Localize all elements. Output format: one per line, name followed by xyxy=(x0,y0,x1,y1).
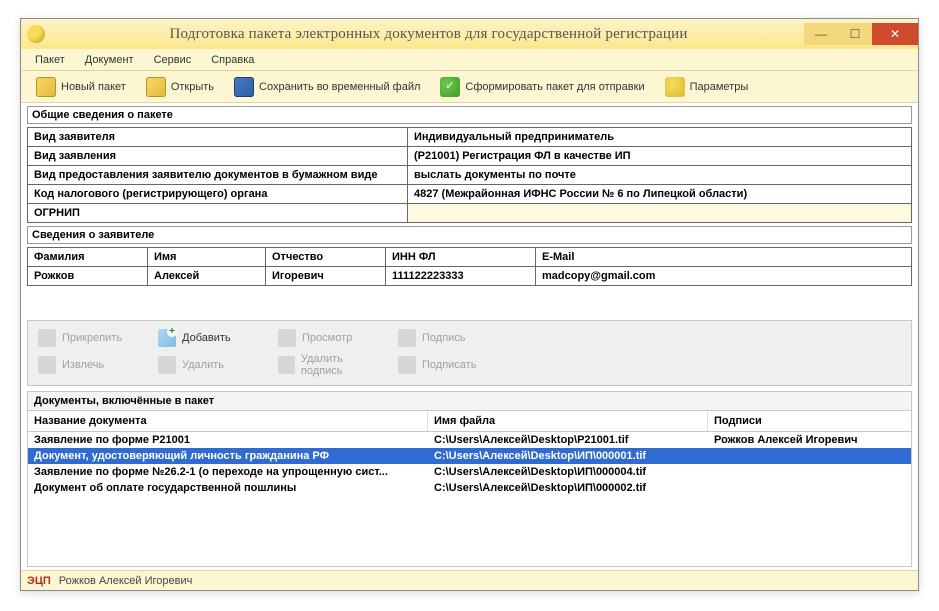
ecp-label: ЭЦП xyxy=(27,575,51,587)
document-row[interactable]: Заявление по форме Р21001C:\Users\Алексе… xyxy=(28,432,911,448)
document-row[interactable]: Документ, удостоверяющий личность гражда… xyxy=(28,448,911,464)
col-email: E-Mail xyxy=(536,248,911,266)
menubar: Пакет Документ Сервис Справка xyxy=(21,49,918,71)
attach-icon xyxy=(38,329,56,347)
col-patronymic: Отчество xyxy=(266,248,386,266)
open-button[interactable]: Открыть xyxy=(137,73,223,101)
documents-list: Документы, включённые в пакет Название д… xyxy=(27,391,912,567)
close-button[interactable]: ✕ xyxy=(872,23,918,45)
doc-file: C:\Users\Алексей\Desktop\ИП\000002.tif xyxy=(428,480,708,496)
field-label-delivery: Вид предоставления заявителю документов … xyxy=(28,166,408,184)
document-row[interactable]: Заявление по форме №26.2-1 (о переходе н… xyxy=(28,464,911,480)
documents-title: Документы, включённые в пакет xyxy=(28,392,911,411)
field-label-ogrnip: ОГРНИП xyxy=(28,204,408,222)
params-button[interactable]: Параметры xyxy=(656,73,758,101)
package-info-title: Общие сведения о пакете xyxy=(27,106,912,124)
doc-name: Заявление по форме №26.2-1 (о переходе н… xyxy=(28,464,428,480)
app-icon xyxy=(27,25,45,43)
col-file-name[interactable]: Имя файла xyxy=(428,411,708,431)
extract-icon xyxy=(38,356,56,374)
doc-sign xyxy=(708,480,911,496)
field-value-applicant-type[interactable]: Индивидуальный предприниматель xyxy=(408,128,911,146)
col-lastname: Фамилия xyxy=(28,248,148,266)
build-package-button[interactable]: Сформировать пакет для отправки xyxy=(431,73,653,101)
menu-help[interactable]: Справка xyxy=(201,51,264,69)
maximize-button[interactable]: ☐ xyxy=(838,23,872,45)
remove-sign-icon xyxy=(278,356,295,374)
field-label-tax-code: Код налогового (регистрирующего) органа xyxy=(28,185,408,203)
field-label-application-type: Вид заявления xyxy=(28,147,408,165)
field-label-applicant-type: Вид заявителя xyxy=(28,128,408,146)
remove-signature-button: Удалить подпись xyxy=(274,351,386,379)
diskette-icon xyxy=(234,77,254,97)
sign-icon xyxy=(398,356,416,374)
view-icon xyxy=(278,329,296,347)
status-bar: ЭЦП Рожков Алексей Игоревич xyxy=(21,570,918,590)
add-icon xyxy=(158,329,176,347)
document-row[interactable]: Документ об оплате государственной пошли… xyxy=(28,480,911,496)
extract-button: Извлечь xyxy=(34,351,146,379)
folder-open-icon xyxy=(146,77,166,97)
minimize-button[interactable]: — xyxy=(804,23,838,45)
doc-sign xyxy=(708,464,911,480)
menu-service[interactable]: Сервис xyxy=(144,51,202,69)
save-temp-button[interactable]: Сохранить во временный файл xyxy=(225,73,429,101)
doc-sign xyxy=(708,448,911,464)
applicant-row[interactable]: Рожков Алексей Игоревич 111122223333 mad… xyxy=(28,266,911,285)
toolbar: Новый пакет Открыть Сохранить во временн… xyxy=(21,71,918,103)
field-value-tax-code[interactable]: 4827 (Межрайонная ИФНС России № 6 по Лип… xyxy=(408,185,911,203)
doc-file: C:\Users\Алексей\Desktop\P21001.tif xyxy=(428,432,708,448)
document-toolbar: Прикрепить Добавить Просмотр Подпись Изв… xyxy=(27,320,912,386)
col-doc-name[interactable]: Название документа xyxy=(28,411,428,431)
col-signatures[interactable]: Подписи xyxy=(708,411,911,431)
doc-file: C:\Users\Алексей\Desktop\ИП\000001.tif xyxy=(428,448,708,464)
signature-button: Подпись xyxy=(394,327,506,349)
view-button: Просмотр xyxy=(274,327,386,349)
field-value-application-type[interactable]: (Р21001) Регистрация ФЛ в качестве ИП xyxy=(408,147,911,165)
ecp-owner: Рожков Алексей Игоревич xyxy=(59,575,193,587)
attach-button: Прикрепить xyxy=(34,327,146,349)
field-value-ogrnip[interactable] xyxy=(408,204,911,222)
doc-name: Документ об оплате государственной пошли… xyxy=(28,480,428,496)
folder-icon xyxy=(36,77,56,97)
gear-icon xyxy=(665,77,685,97)
signature-icon xyxy=(398,329,416,347)
add-button[interactable]: Добавить xyxy=(154,327,266,349)
remove-icon xyxy=(158,356,176,374)
applicant-info-title: Сведения о заявителе xyxy=(27,226,912,244)
menu-document[interactable]: Документ xyxy=(75,51,144,69)
field-value-delivery[interactable]: выслать документы по почте xyxy=(408,166,911,184)
doc-name: Заявление по форме Р21001 xyxy=(28,432,428,448)
window-title: Подготовка пакета электронных документов… xyxy=(53,26,804,43)
check-icon xyxy=(440,77,460,97)
app-window: Подготовка пакета электронных документов… xyxy=(20,18,919,591)
doc-sign: Рожков Алексей Игоревич xyxy=(708,432,911,448)
menu-package[interactable]: Пакет xyxy=(25,51,75,69)
new-package-button[interactable]: Новый пакет xyxy=(27,73,135,101)
titlebar: Подготовка пакета электронных документов… xyxy=(21,19,918,49)
applicant-table: Фамилия Имя Отчество ИНН ФЛ E-Mail Рожко… xyxy=(27,247,912,286)
col-firstname: Имя xyxy=(148,248,266,266)
package-info-grid: Вид заявителяИндивидуальный предпринимат… xyxy=(27,127,912,223)
remove-button: Удалить xyxy=(154,351,266,379)
sign-button: Подписать xyxy=(394,351,506,379)
doc-name: Документ, удостоверяющий личность гражда… xyxy=(28,448,428,464)
doc-file: C:\Users\Алексей\Desktop\ИП\000004.tif xyxy=(428,464,708,480)
col-inn: ИНН ФЛ xyxy=(386,248,536,266)
